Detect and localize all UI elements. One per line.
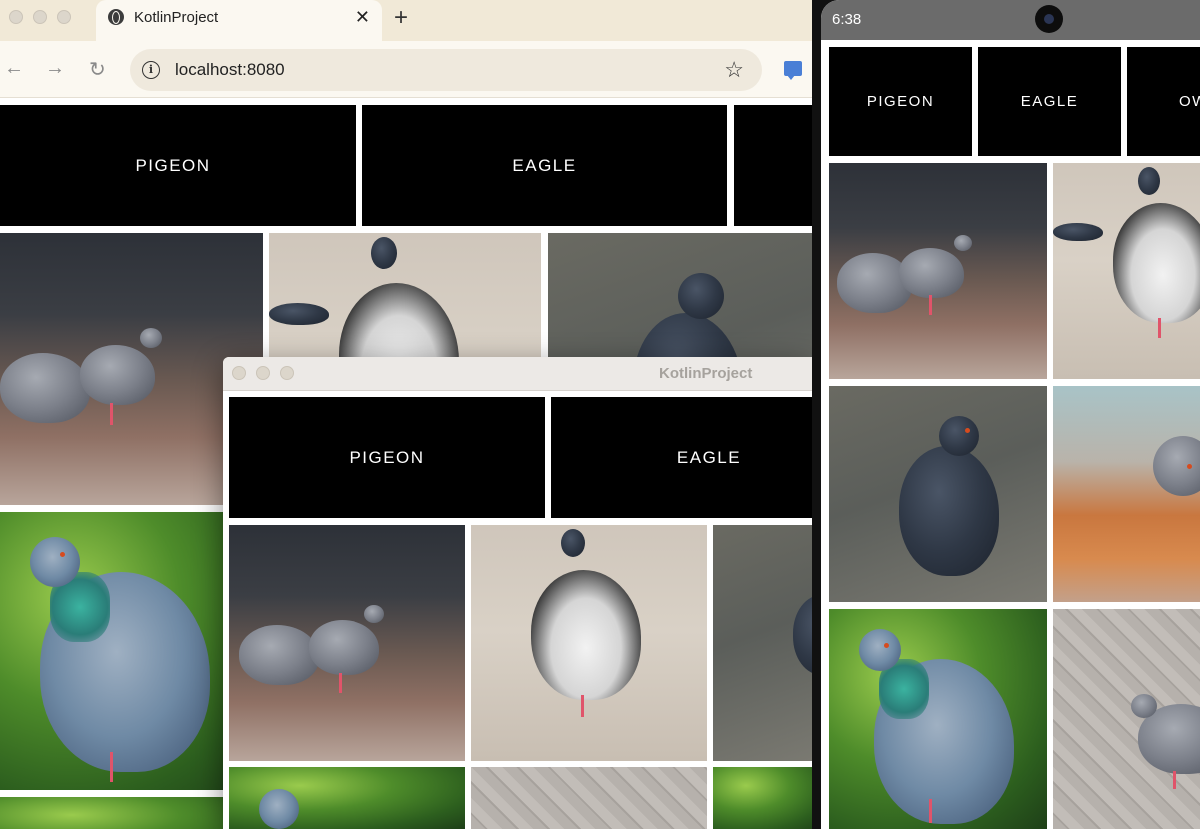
pigeon-photo[interactable] [1053, 609, 1200, 829]
phone-screen: 6:38 PIGEON EAGLE OW [821, 0, 1200, 829]
info-icon[interactable]: i [142, 61, 160, 79]
category-label: PIGEON [866, 93, 935, 110]
pigeon-head [678, 273, 724, 319]
pigeon-figure [80, 345, 155, 405]
pigeon-photo[interactable] [713, 767, 813, 829]
back-button[interactable]: ← [4, 57, 24, 80]
close-icon[interactable]: ✕ [355, 7, 370, 28]
pigeon-head [1138, 167, 1160, 195]
clock: 6:38 [832, 11, 862, 28]
category-label: PIGEON [349, 447, 425, 467]
pigeon-eye [965, 428, 970, 433]
category-label: OW [1179, 93, 1200, 110]
pigeon-head [859, 629, 901, 671]
pigeon-figure [309, 620, 379, 675]
browser-toolbar: ← → ↻ i localhost:8080 ☆ [0, 41, 812, 98]
pigeon-head [1131, 694, 1157, 718]
pigeon-figure [1113, 203, 1200, 323]
category-eagle-button[interactable]: EAGLE [978, 47, 1121, 156]
pigeon-figure [0, 353, 90, 423]
pigeon-figure [531, 570, 641, 700]
pigeon-photo[interactable] [713, 525, 813, 761]
globe-icon [108, 9, 124, 25]
zoom-window-button[interactable] [280, 366, 294, 380]
close-window-button[interactable] [9, 10, 23, 24]
pigeon-eye [1187, 464, 1192, 469]
pigeon-head [939, 416, 979, 456]
url-text[interactable]: localhost:8080 [175, 60, 285, 80]
pigeon-head [140, 328, 162, 348]
forward-button[interactable]: → [45, 57, 65, 80]
pigeon-head [30, 537, 80, 587]
desktop-title-bar[interactable]: KotlinProject [223, 357, 813, 391]
tab-title: KotlinProject [134, 9, 219, 26]
pigeon-head [364, 605, 384, 623]
pigeon-leg [1173, 771, 1176, 789]
pigeon-photo[interactable] [229, 525, 465, 761]
pigeon-figure [793, 595, 813, 675]
pigeon-photo[interactable] [829, 609, 1047, 829]
browser-tab[interactable]: KotlinProject ✕ [96, 0, 382, 41]
pigeon-photo[interactable] [829, 386, 1047, 602]
status-bar: 6:38 [821, 0, 1200, 40]
pigeon-photo[interactable] [471, 525, 707, 761]
pigeon-photo[interactable] [471, 767, 707, 829]
category-eagle-button[interactable]: EAGLE [362, 105, 727, 226]
category-eagle-button[interactable]: EAGLE [551, 397, 813, 518]
pigeon-eye [60, 552, 65, 557]
window-title: KotlinProject [659, 365, 753, 382]
category-pigeon-button[interactable]: PIGEON [229, 397, 545, 518]
pigeon-figure [899, 446, 999, 576]
pigeon-leg [1158, 318, 1161, 338]
minimize-window-button[interactable] [256, 366, 270, 380]
pigeon-head [561, 529, 585, 557]
desktop-app-content: PIGEON EAGLE [223, 391, 813, 829]
camera-icon [1035, 5, 1063, 33]
reload-button[interactable]: ↻ [89, 57, 106, 82]
pigeon-photo[interactable] [1053, 163, 1200, 379]
pigeon-figure [239, 625, 319, 685]
pigeon-leg [929, 799, 932, 823]
address-bar[interactable]: i localhost:8080 ☆ [130, 49, 762, 91]
category-label: EAGLE [1020, 93, 1079, 110]
pigeon-photo[interactable] [829, 163, 1047, 379]
phone-app-content: PIGEON EAGLE OW [821, 40, 1200, 829]
pigeon-figure [269, 303, 329, 325]
chat-icon[interactable] [784, 61, 802, 80]
pigeon-leg [110, 752, 113, 782]
desktop-app-window: KotlinProject PIGEON EAGLE [223, 357, 813, 829]
pigeon-head [371, 237, 397, 269]
pigeon-photo[interactable] [1053, 386, 1200, 602]
category-pigeon-button[interactable]: PIGEON [0, 105, 356, 226]
pigeon-figure [1053, 223, 1103, 241]
star-icon[interactable]: ☆ [724, 57, 744, 83]
category-label: PIGEON [135, 155, 211, 175]
close-window-button[interactable] [232, 366, 246, 380]
pigeon-eye [884, 643, 889, 648]
pigeon-leg [581, 695, 584, 717]
category-next-button[interactable] [734, 105, 812, 226]
pigeon-leg [339, 673, 342, 693]
pigeon-head [259, 789, 299, 829]
phone-emulator: 6:38 PIGEON EAGLE OW [812, 0, 1200, 829]
category-owl-button[interactable]: OW [1127, 47, 1200, 156]
minimize-window-button[interactable] [33, 10, 47, 24]
category-label: EAGLE [512, 155, 577, 175]
category-pigeon-button[interactable]: PIGEON [829, 47, 972, 156]
pigeon-photo[interactable] [229, 767, 465, 829]
pigeon-head [954, 235, 972, 251]
category-label: EAGLE [676, 447, 742, 467]
pigeon-head [1153, 436, 1200, 496]
new-tab-button[interactable]: + [394, 4, 408, 32]
pigeon-leg [929, 295, 932, 315]
pigeon-figure [899, 248, 964, 298]
tab-bar: KotlinProject ✕ + [0, 0, 812, 41]
pigeon-leg [110, 403, 113, 425]
zoom-window-button[interactable] [57, 10, 71, 24]
